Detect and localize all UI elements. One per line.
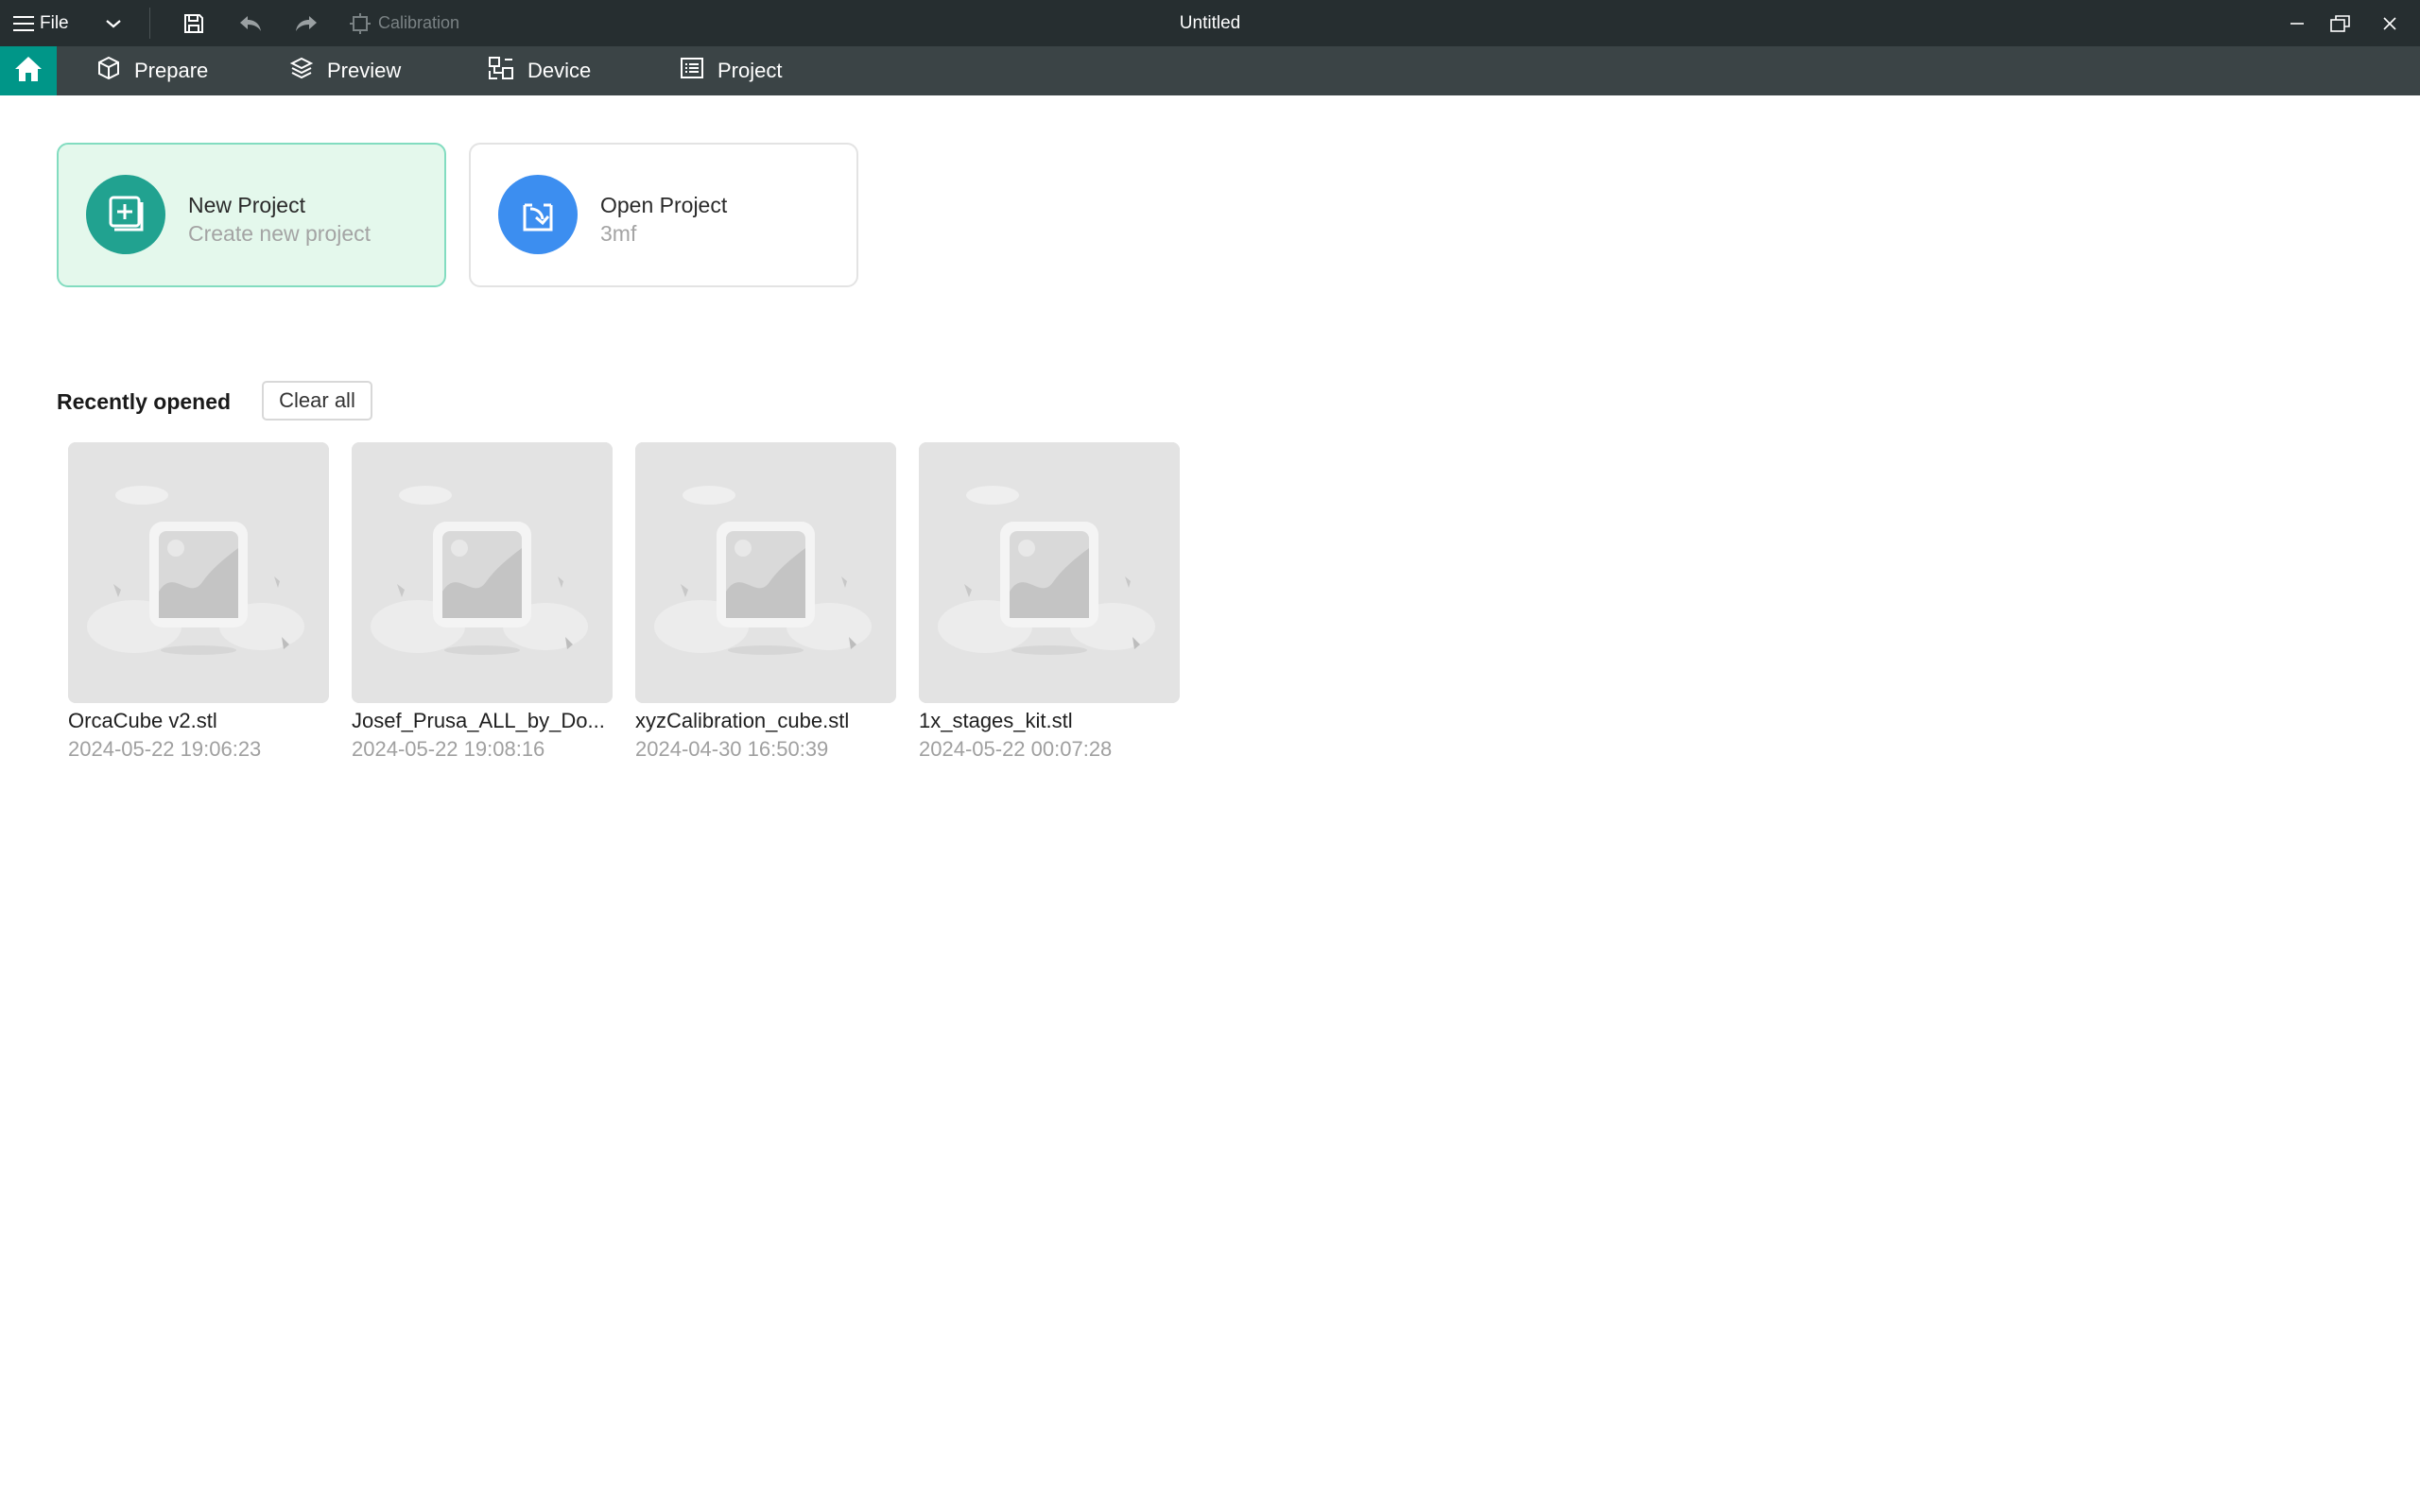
recent-project-item[interactable]: OrcaCube v2.stl 2024-05-22 19:06:23 <box>68 442 329 764</box>
file-menu-button[interactable]: File <box>13 0 79 46</box>
new-project-subtitle: Create new project <box>188 221 372 246</box>
recent-item-name: 1x_stages_kit.stl <box>919 709 1073 732</box>
recent-project-item[interactable]: Josef_Prusa_ALL_by_Do... 2024-05-22 19:08… <box>352 442 613 764</box>
recently-opened-heading: Recently opened <box>57 389 232 414</box>
layers-icon <box>289 56 314 86</box>
chevron-down-icon <box>105 18 122 29</box>
restore-icon <box>2330 14 2351 33</box>
tab-project-label: Project <box>717 59 783 82</box>
recent-item-name: OrcaCube v2.stl <box>68 709 217 732</box>
undo-icon <box>238 14 263 33</box>
home-icon <box>13 55 43 88</box>
open-project-icon <box>498 175 578 254</box>
tab-preview[interactable]: Preview <box>289 46 401 95</box>
redo-button[interactable] <box>290 0 322 46</box>
title-bar: File Calibration Untitled <box>0 0 2420 46</box>
open-project-card[interactable]: Open Project 3mf <box>469 143 858 287</box>
close-icon <box>2381 15 2398 32</box>
new-project-card[interactable]: New Project Create new project <box>57 143 446 287</box>
recent-project-item[interactable]: 1x_stages_kit.stl 2024-05-22 00:07:28 <box>919 442 1180 764</box>
recent-item-date: 2024-05-22 00:07:28 <box>919 737 1113 761</box>
tab-prepare[interactable]: Prepare <box>96 46 208 95</box>
clear-all-button[interactable]: Clear all <box>262 381 372 421</box>
cube-icon <box>96 56 121 86</box>
calibration-icon <box>350 12 371 34</box>
open-project-title: Open Project <box>600 193 728 217</box>
save-button[interactable] <box>178 0 210 46</box>
new-project-icon <box>86 175 165 254</box>
thumbnail-placeholder-icon <box>919 442 1180 703</box>
thumbnail-placeholder-icon <box>635 442 896 703</box>
minimize-icon <box>2289 15 2306 32</box>
minimize-button[interactable] <box>2278 0 2316 46</box>
undo-button[interactable] <box>234 0 267 46</box>
hamburger-menu-icon <box>13 15 34 32</box>
redo-icon <box>294 14 319 33</box>
file-dropdown-button[interactable] <box>98 0 129 46</box>
recent-project-item[interactable]: xyzCalibration_cube.stl 2024-04-30 16:50:… <box>635 442 896 764</box>
new-project-title: New Project <box>188 193 305 217</box>
tab-project[interactable]: Project <box>680 46 782 95</box>
file-menu-label: File <box>40 12 69 33</box>
toolbar-divider <box>149 8 150 39</box>
calibration-button[interactable]: Calibration <box>350 0 473 46</box>
recent-item-date: 2024-04-30 16:50:39 <box>635 737 829 761</box>
project-icon <box>680 56 704 86</box>
save-icon <box>182 12 205 35</box>
tab-device[interactable]: Device <box>488 46 591 95</box>
tab-prepare-label: Prepare <box>134 59 209 82</box>
restore-button[interactable] <box>2322 0 2360 46</box>
recent-item-date: 2024-05-22 19:08:16 <box>352 737 545 761</box>
tab-preview-label: Preview <box>327 59 402 82</box>
tab-bar: Prepare Preview Device Project <box>0 46 2420 95</box>
tab-device-label: Device <box>527 59 592 82</box>
tab-home[interactable] <box>0 46 57 95</box>
recent-item-date: 2024-05-22 19:06:23 <box>68 737 262 761</box>
calibration-label: Calibration <box>378 13 460 32</box>
open-project-subtitle: 3mf <box>600 221 637 246</box>
thumbnail-placeholder-icon <box>352 442 613 703</box>
close-button[interactable] <box>2371 0 2409 46</box>
thumbnail-placeholder-icon <box>68 442 329 703</box>
recent-item-name: Josef_Prusa_ALL_by_Do... <box>352 709 605 732</box>
recent-item-name: xyzCalibration_cube.stl <box>635 709 850 732</box>
device-icon <box>488 56 514 86</box>
